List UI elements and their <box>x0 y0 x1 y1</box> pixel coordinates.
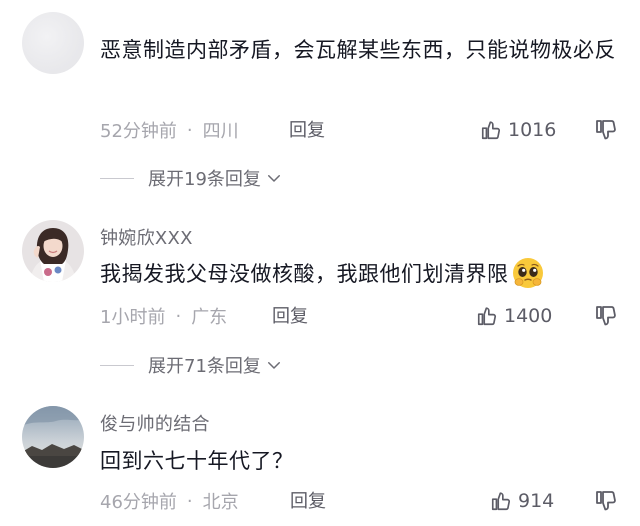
like-count: 914 <box>518 490 555 512</box>
user-avatar-image <box>22 220 84 282</box>
meta-separator: · <box>186 490 193 512</box>
avatar[interactable] <box>22 220 84 282</box>
divider-line <box>100 177 134 179</box>
comment-text: 回到六七十年代了？ <box>100 449 294 473</box>
comment-meta: 46分钟前 · 北京 回复 <box>100 487 326 515</box>
pleading-face-emoji <box>512 258 543 288</box>
like-button[interactable]: 914 <box>490 487 554 515</box>
chevron-down-icon <box>267 175 280 182</box>
avatar[interactable] <box>22 406 84 468</box>
expand-label: 展开19条回复 <box>148 169 261 190</box>
reply-button[interactable]: 回复 <box>290 487 326 513</box>
expand-replies-button[interactable]: 展开71条回复 <box>100 351 283 379</box>
avatar[interactable] <box>22 12 84 74</box>
comment-text: 我揭发我父母没做核酸，我跟他们划清界限 <box>100 256 640 293</box>
thumbs-up-icon <box>481 121 500 140</box>
like-count: 1400 <box>504 305 553 327</box>
comment-location: 广东 <box>191 307 228 328</box>
reply-button[interactable]: 回复 <box>272 302 308 328</box>
divider-line <box>100 364 134 366</box>
comment-location: 北京 <box>202 492 239 513</box>
expand-label: 展开71条回复 <box>148 356 261 377</box>
comment-location: 四川 <box>202 121 239 142</box>
username[interactable]: 俊与帅的结合 <box>100 410 210 436</box>
user-avatar-image <box>22 406 84 468</box>
comment-meta: 52分钟前 · 四川 回复 <box>100 116 325 144</box>
comment-text: 恶意制造内部矛盾，会瓦解某些东西，只能说物极必反 <box>100 38 616 62</box>
thumbs-up-icon <box>477 307 496 326</box>
meta-separator: · <box>186 119 193 141</box>
username[interactable]: 钟婉欣XXX <box>100 224 193 250</box>
chevron-down-icon <box>267 362 280 369</box>
comment-time: 46分钟前 <box>100 492 177 513</box>
like-button[interactable]: 1016 <box>480 116 556 144</box>
thumbs-up-icon <box>491 492 510 511</box>
like-count: 1016 <box>508 119 557 141</box>
comment-body: 我揭发我父母没做核酸，我跟他们划清界限 <box>100 262 509 286</box>
thumbs-down-icon[interactable] <box>594 304 618 328</box>
expand-replies-button[interactable]: 展开19条回复 <box>100 164 283 192</box>
like-button[interactable]: 1400 <box>476 302 552 330</box>
comment-meta: 1小时前 · 广东 回复 <box>100 302 308 330</box>
thumbs-down-icon[interactable] <box>594 118 618 142</box>
comment-time: 1小时前 <box>100 307 166 328</box>
comment-time: 52分钟前 <box>100 121 177 142</box>
thumbs-down-icon[interactable] <box>594 489 618 513</box>
meta-separator: · <box>175 305 182 327</box>
reply-button[interactable]: 回复 <box>289 116 325 142</box>
